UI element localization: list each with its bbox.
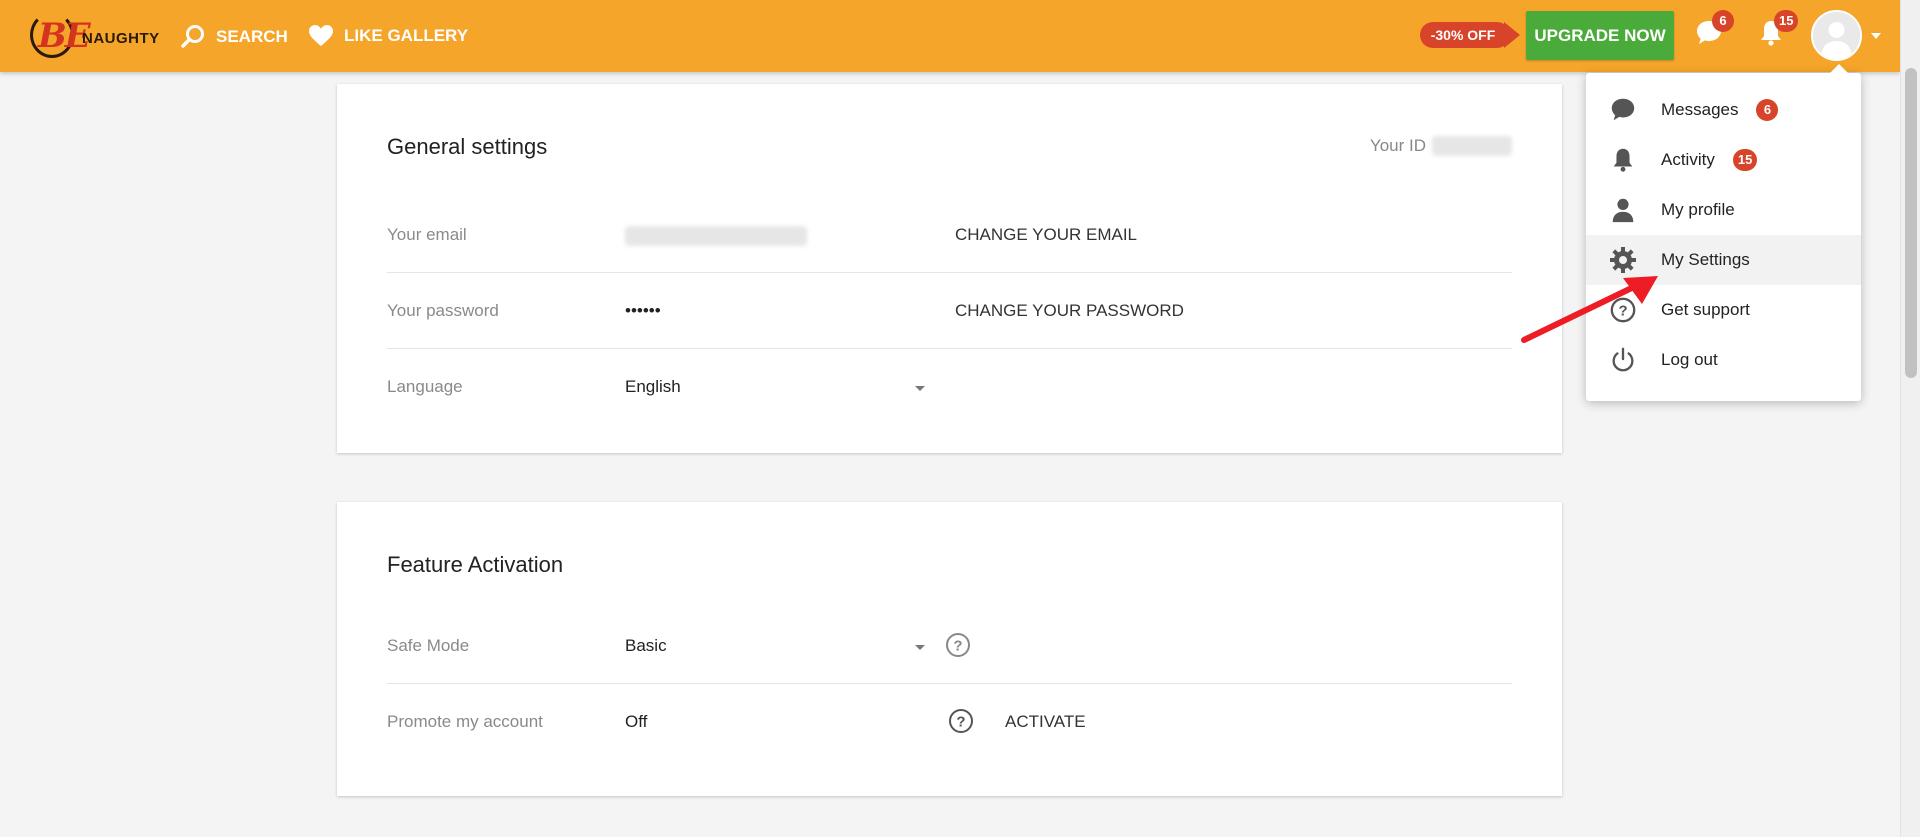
password-label: Your password — [387, 301, 499, 320]
heart-icon — [309, 25, 333, 46]
svg-text:?: ? — [956, 714, 965, 731]
password-value: •••••• — [625, 301, 661, 320]
header-messages-button[interactable]: 6 — [1694, 10, 1734, 52]
general-settings-title: General settings — [387, 134, 548, 159]
menu-activity-badge: 15 — [1732, 149, 1758, 171]
user-avatar[interactable] — [1811, 10, 1862, 61]
general-settings-card: General settings Your ID Your email CHAN… — [337, 84, 1562, 453]
menu-item-activity-label: Activity — [1661, 150, 1715, 169]
top-header: BE NAUGHTY SEARCH LIKE GALLERY -30% OFF … — [0, 0, 1900, 72]
upgrade-now-button[interactable]: UPGRADE NOW — [1526, 11, 1674, 60]
header-notifications-button[interactable]: 15 — [1756, 10, 1799, 52]
safe-mode-row: Safe Mode Basic ? — [387, 608, 1512, 684]
benaughty-logo[interactable]: BE NAUGHTY — [24, 10, 159, 60]
nav-search[interactable]: SEARCH — [180, 24, 288, 50]
bell-icon — [1608, 145, 1638, 175]
email-value-redacted — [625, 226, 807, 246]
your-id: Your ID — [1370, 136, 1512, 156]
search-icon — [181, 25, 204, 48]
promote-label: Promote my account — [387, 712, 543, 731]
promote-value: Off — [625, 712, 648, 731]
avatar-silhouette-icon — [1813, 12, 1860, 59]
menu-item-messages-label: Messages — [1661, 100, 1739, 119]
nav-like-gallery-label: LIKE GALLERY — [344, 26, 469, 45]
menu-messages-badge: 6 — [1756, 99, 1779, 121]
help-question-icon[interactable]: ? — [945, 632, 971, 658]
menu-item-my-profile-label: My profile — [1661, 200, 1735, 219]
person-icon — [1608, 195, 1638, 225]
feature-activation-card: Feature Activation Safe Mode Basic ? Pro… — [337, 502, 1562, 796]
dropdown-notch — [1830, 64, 1848, 73]
activate-promote-link[interactable]: ACTIVATE — [1005, 712, 1086, 732]
feature-activation-title: Feature Activation — [387, 552, 564, 577]
menu-item-my-settings-label: My Settings — [1661, 250, 1750, 269]
menu-item-get-support-label: Get support — [1661, 300, 1750, 319]
annotation-arrow-icon — [1521, 276, 1658, 343]
safe-mode-select[interactable]: Basic — [625, 636, 667, 656]
your-id-label: Your ID — [1369, 136, 1426, 155]
menu-item-log-out-label: Log out — [1661, 350, 1718, 369]
promo-arrow-icon — [1504, 22, 1520, 48]
scrollbar-thumb[interactable] — [1905, 68, 1917, 378]
safe-mode-dropdown-arrow-icon[interactable] — [915, 645, 925, 650]
page-scrollbar[interactable] — [1900, 0, 1920, 837]
password-row: Your password •••••• CHANGE YOUR PASSWOR… — [387, 273, 1512, 349]
safe-mode-label: Safe Mode — [387, 636, 470, 655]
menu-item-activity[interactable]: Activity 15 — [1586, 135, 1861, 185]
language-label: Language — [387, 377, 463, 396]
account-menu-caret-icon[interactable] — [1871, 33, 1881, 39]
email-label: Your email — [387, 225, 467, 244]
change-email-link[interactable]: CHANGE YOUR EMAIL — [955, 225, 1137, 245]
promote-row: Promote my account Off ? ACTIVATE — [387, 684, 1512, 760]
menu-item-my-profile[interactable]: My profile — [1586, 185, 1861, 235]
messages-badge: 6 — [1712, 10, 1734, 32]
help-question-icon[interactable]: ? — [948, 708, 974, 734]
logo-naughty-text: NAUGHTY — [82, 30, 160, 47]
language-row: Language English — [387, 349, 1512, 425]
discount-tag: -30% OFF — [1420, 22, 1510, 48]
svg-text:?: ? — [953, 638, 962, 655]
notifications-badge: 15 — [1774, 10, 1799, 32]
menu-item-messages[interactable]: Messages 6 — [1586, 85, 1861, 135]
change-password-link[interactable]: CHANGE YOUR PASSWORD — [955, 301, 1184, 321]
language-dropdown-arrow-icon[interactable] — [915, 386, 925, 391]
chat-bubble-icon — [1608, 95, 1638, 125]
nav-like-gallery[interactable]: LIKE GALLERY — [308, 24, 468, 48]
email-row: Your email CHANGE YOUR EMAIL — [387, 197, 1512, 273]
your-id-value-redacted — [1432, 136, 1512, 156]
language-select[interactable]: English — [625, 377, 681, 397]
nav-search-label: SEARCH — [216, 27, 288, 46]
discount-promo[interactable]: -30% OFF — [1420, 20, 1520, 50]
account-dropdown-menu: Messages 6 Activity 15 My profile My Set… — [1586, 64, 1861, 401]
